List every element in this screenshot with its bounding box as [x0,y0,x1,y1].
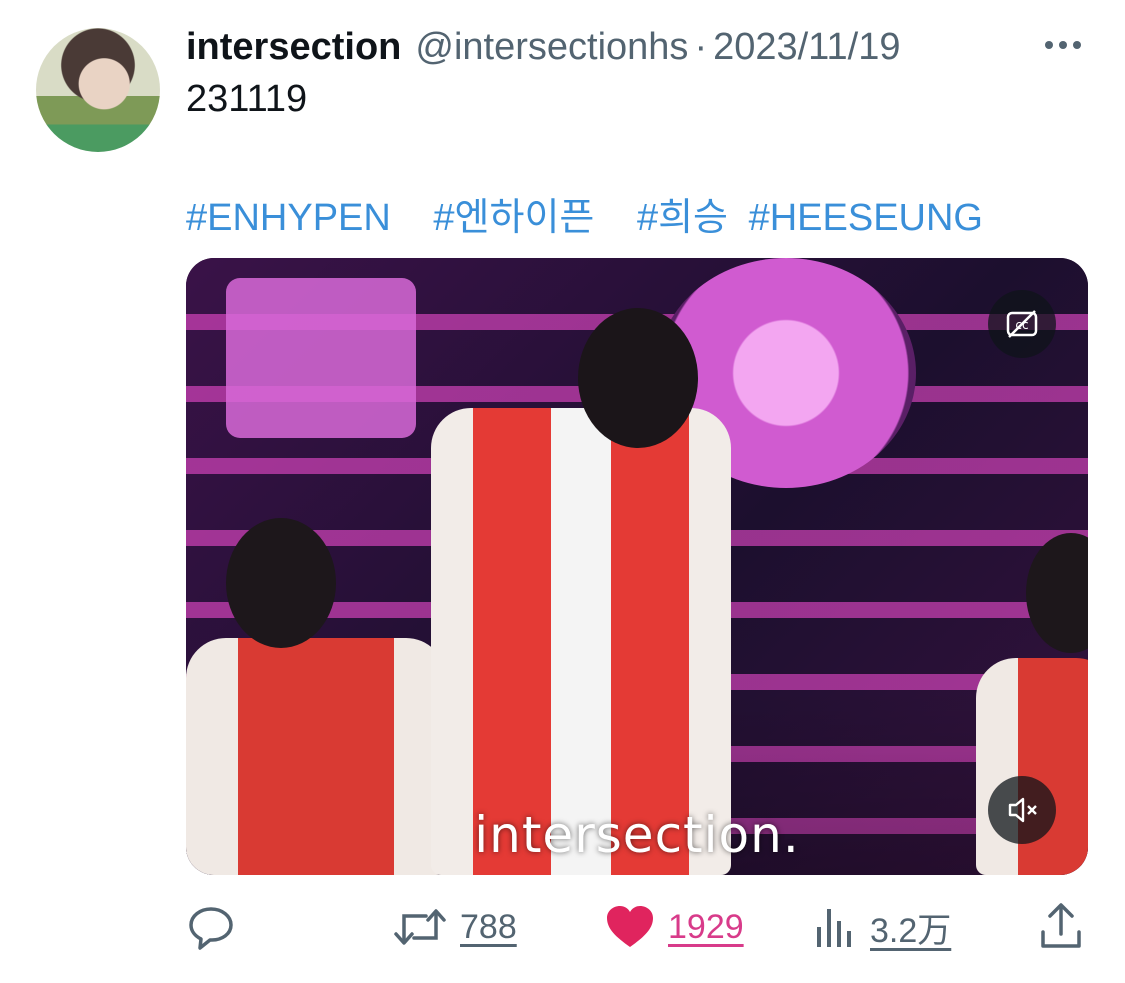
performer-center-head [578,308,698,448]
tweet-text: 231119 [186,78,308,120]
like-count: 1929 [668,907,744,946]
hashtag-heeseung[interactable]: #HEESEUNG [749,197,983,239]
retweet-icon [394,909,446,945]
tweet-date[interactable]: 2023/11/19 [713,26,900,69]
performer-left-head [226,518,336,648]
video-player[interactable]: intersection. cc [186,258,1088,875]
author-handle[interactable]: @intersectionhs [415,26,688,69]
heart-icon [607,906,653,947]
reply-bubble-icon [189,907,233,950]
header-separator: · [694,25,708,68]
tweet-actions: 788 1929 3.2万 [0,900,1125,960]
reply-button[interactable] [186,900,236,954]
stage-screen [226,278,416,438]
more-options-icon[interactable] [1038,30,1088,60]
hashtag-list: #ENHYPEN #엔하이픈 #희승 #HEESEUNG [186,186,1015,241]
avatar[interactable] [36,28,160,152]
captions-button[interactable]: cc [988,290,1056,358]
views-count: 3.2万 [870,911,952,950]
performer-center [431,408,731,875]
retweet-count: 788 [460,907,517,946]
views-button[interactable]: 3.2万 [814,900,951,954]
video-watermark: intersection. [474,806,800,864]
views-bar-chart-icon [817,909,851,947]
hashtag-enhypen-korean[interactable]: #엔하이픈 [433,197,594,239]
like-button[interactable]: 1929 [604,900,744,954]
captions-icon: cc [1006,310,1038,338]
share-icon [1041,903,1081,948]
tweet-header: intersection @intersectionhs · 2023/11/1… [186,24,900,70]
retweet-button[interactable]: 788 [392,900,517,954]
mute-button[interactable] [988,776,1056,844]
volume-muted-icon [1008,797,1037,823]
share-button[interactable] [1038,900,1084,954]
hashtag-heeseung-korean[interactable]: #희승 [637,197,728,239]
author-name[interactable]: intersection [186,26,401,69]
hashtag-enhypen[interactable]: #ENHYPEN [186,197,391,239]
